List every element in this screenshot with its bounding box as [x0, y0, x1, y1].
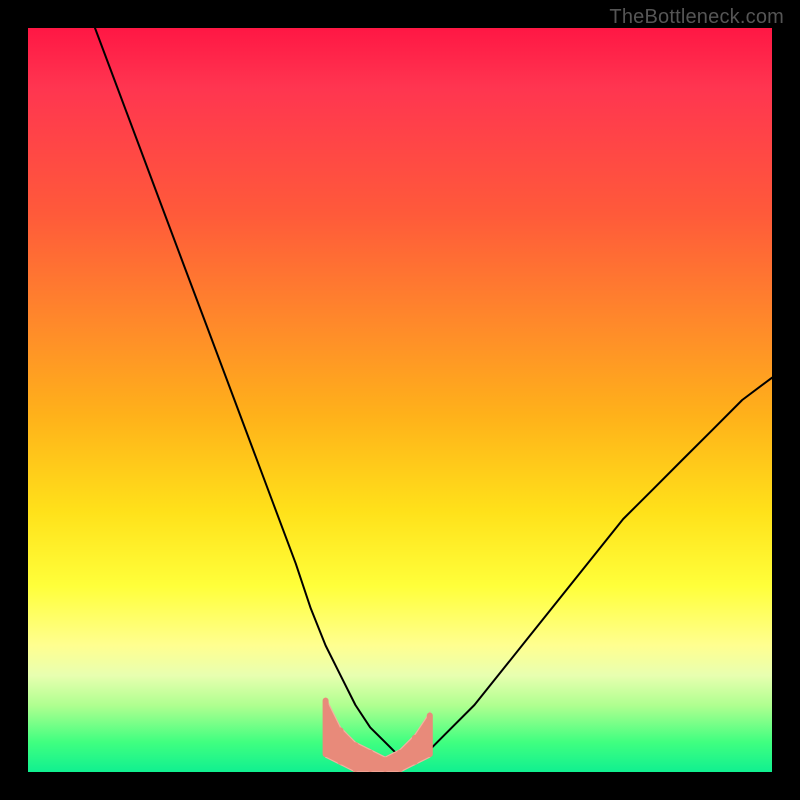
recommended-band-joint	[397, 750, 403, 772]
watermark-text: TheBottleneck.com	[609, 6, 784, 29]
recommended-band-joint	[338, 727, 344, 764]
curve-overlay	[28, 28, 772, 772]
plot-area	[28, 28, 772, 772]
recommended-band-joint	[367, 750, 373, 772]
recommended-band-joint	[427, 713, 433, 758]
bottleneck-curve	[95, 28, 772, 757]
recommended-band-joint	[352, 742, 358, 772]
recommended-band-joint	[323, 698, 329, 758]
recommended-band-joint	[382, 757, 388, 772]
recommended-band-joint	[412, 735, 418, 765]
chart-stage: TheBottleneck.com	[0, 0, 800, 800]
